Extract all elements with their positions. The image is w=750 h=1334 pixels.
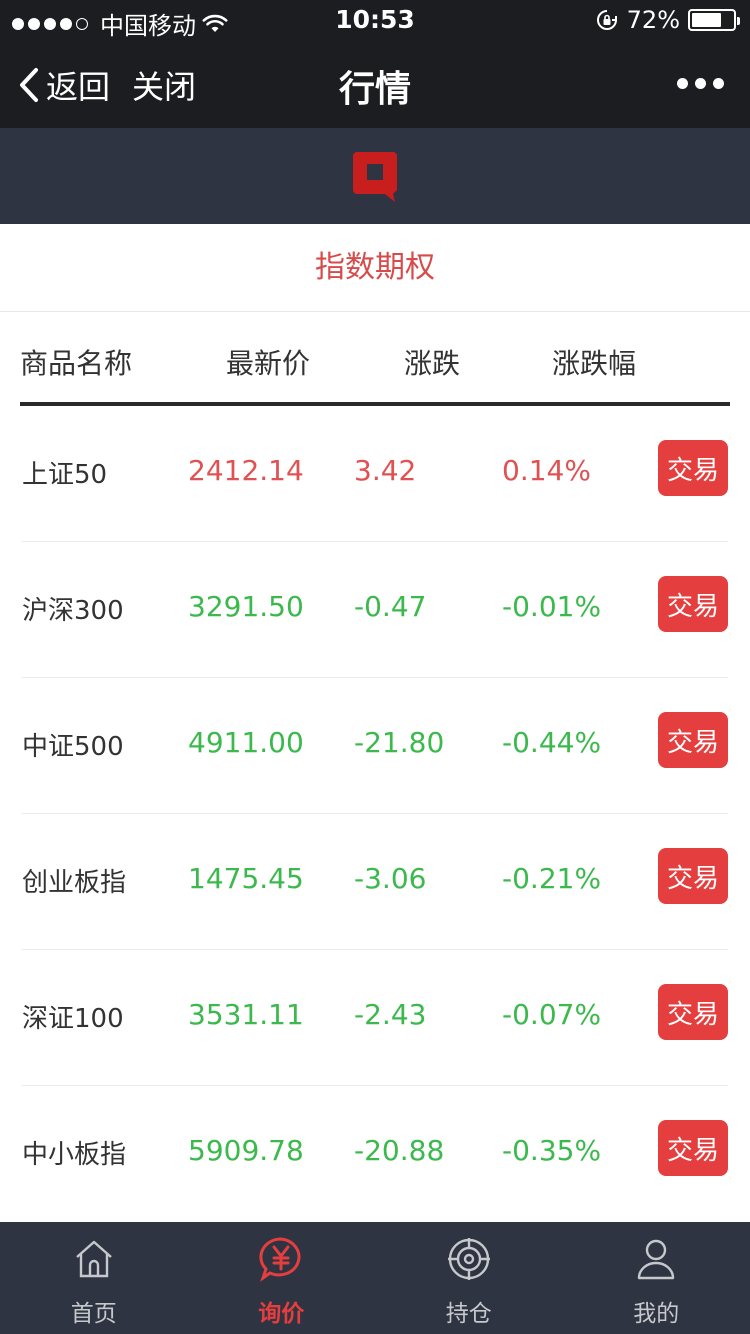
table-row[interactable]: 上证50 2412.14 3.42 0.14% 交易 — [22, 406, 728, 542]
trade-button[interactable]: 交易 — [658, 984, 728, 1040]
row-change: -0.47 — [354, 590, 427, 623]
row-change-pct: -0.01% — [502, 590, 602, 623]
row-change: -21.80 — [354, 726, 445, 759]
header-price: 最新价 — [226, 347, 311, 380]
row-change-pct: -0.07% — [502, 998, 602, 1031]
row-price: 2412.14 — [188, 454, 304, 487]
tab-positions-label: 持仓 — [445, 1301, 492, 1327]
table-row[interactable]: 中证500 4911.00 -21.80 -0.44% 交易 — [22, 678, 728, 814]
nav-bar: 返回 关闭 行情 — [0, 40, 750, 128]
header-change: 涨跌 — [404, 347, 461, 380]
row-change-pct: -0.21% — [502, 862, 602, 895]
table-header: 商品名称 最新价 涨跌 涨跌幅 — [20, 312, 730, 406]
row-change: -2.43 — [354, 998, 427, 1031]
more-button[interactable] — [677, 78, 724, 89]
row-price: 3291.50 — [188, 590, 304, 623]
brand-logo-icon — [353, 152, 397, 202]
row-price: 1475.45 — [188, 862, 304, 895]
status-right: 72% — [595, 6, 740, 34]
tab-inquiry[interactable]: 询价 — [188, 1222, 376, 1334]
battery-icon — [688, 9, 740, 31]
battery-level — [692, 13, 721, 27]
tab-profile[interactable]: 我的 — [563, 1222, 750, 1334]
row-name: 上证50 — [22, 460, 108, 490]
page-title: 行情 — [338, 69, 411, 110]
tab-positions[interactable]: 持仓 — [375, 1222, 563, 1334]
more-dots-icon — [677, 78, 688, 89]
target-icon — [447, 1238, 490, 1280]
orientation-lock-icon — [596, 10, 617, 30]
trade-button[interactable]: 交易 — [658, 712, 728, 768]
row-price: 5909.78 — [188, 1134, 304, 1167]
section-title: 指数期权 — [0, 224, 750, 312]
status-bar: 中国移动 10:53 72% — [0, 0, 750, 40]
row-change: -20.88 — [354, 1134, 445, 1167]
table-row[interactable]: 中小板指 5909.78 -20.88 -0.35% 交易 — [22, 1086, 728, 1222]
header-change-pct: 涨跌幅 — [552, 347, 637, 380]
trade-button[interactable]: 交易 — [658, 848, 728, 904]
row-name: 创业板指 — [22, 868, 127, 898]
home-icon — [75, 1240, 112, 1278]
row-price: 3531.11 — [188, 998, 304, 1031]
user-icon — [638, 1239, 675, 1280]
trade-button[interactable]: 交易 — [658, 440, 728, 496]
tab-home-label: 首页 — [70, 1301, 117, 1327]
row-price: 4911.00 — [188, 726, 304, 759]
table-row[interactable]: 沪深300 3291.50 -0.47 -0.01% 交易 — [22, 542, 728, 678]
header-name: 商品名称 — [20, 347, 133, 380]
row-change: 3.42 — [354, 454, 417, 487]
brand-bar — [0, 128, 750, 224]
trade-button[interactable]: 交易 — [658, 1120, 728, 1176]
tab-bar: 首页 询价 持仓 我的 — [0, 1222, 750, 1334]
table-row[interactable]: 创业板指 1475.45 -3.06 -0.21% 交易 — [22, 814, 728, 950]
row-name: 深证100 — [22, 1004, 124, 1034]
trade-button[interactable]: 交易 — [658, 576, 728, 632]
row-change: -3.06 — [354, 862, 427, 895]
row-change-pct: -0.44% — [502, 726, 602, 759]
row-change-pct: -0.35% — [502, 1134, 602, 1167]
quote-list: 上证50 2412.14 3.42 0.14% 交易 沪深300 3291.50… — [0, 406, 750, 1222]
row-name: 中证500 — [22, 732, 124, 762]
row-change-pct: 0.14% — [502, 454, 591, 487]
tab-inquiry-label: 询价 — [258, 1301, 305, 1327]
table-row[interactable]: 深证100 3531.11 -2.43 -0.07% 交易 — [22, 950, 728, 1086]
tab-home[interactable]: 首页 — [0, 1222, 188, 1334]
battery-percent: 72% — [626, 6, 680, 34]
yuan-chat-icon — [259, 1237, 301, 1282]
tab-profile-label: 我的 — [633, 1301, 680, 1327]
row-name: 沪深300 — [22, 596, 124, 626]
row-name: 中小板指 — [22, 1140, 127, 1170]
